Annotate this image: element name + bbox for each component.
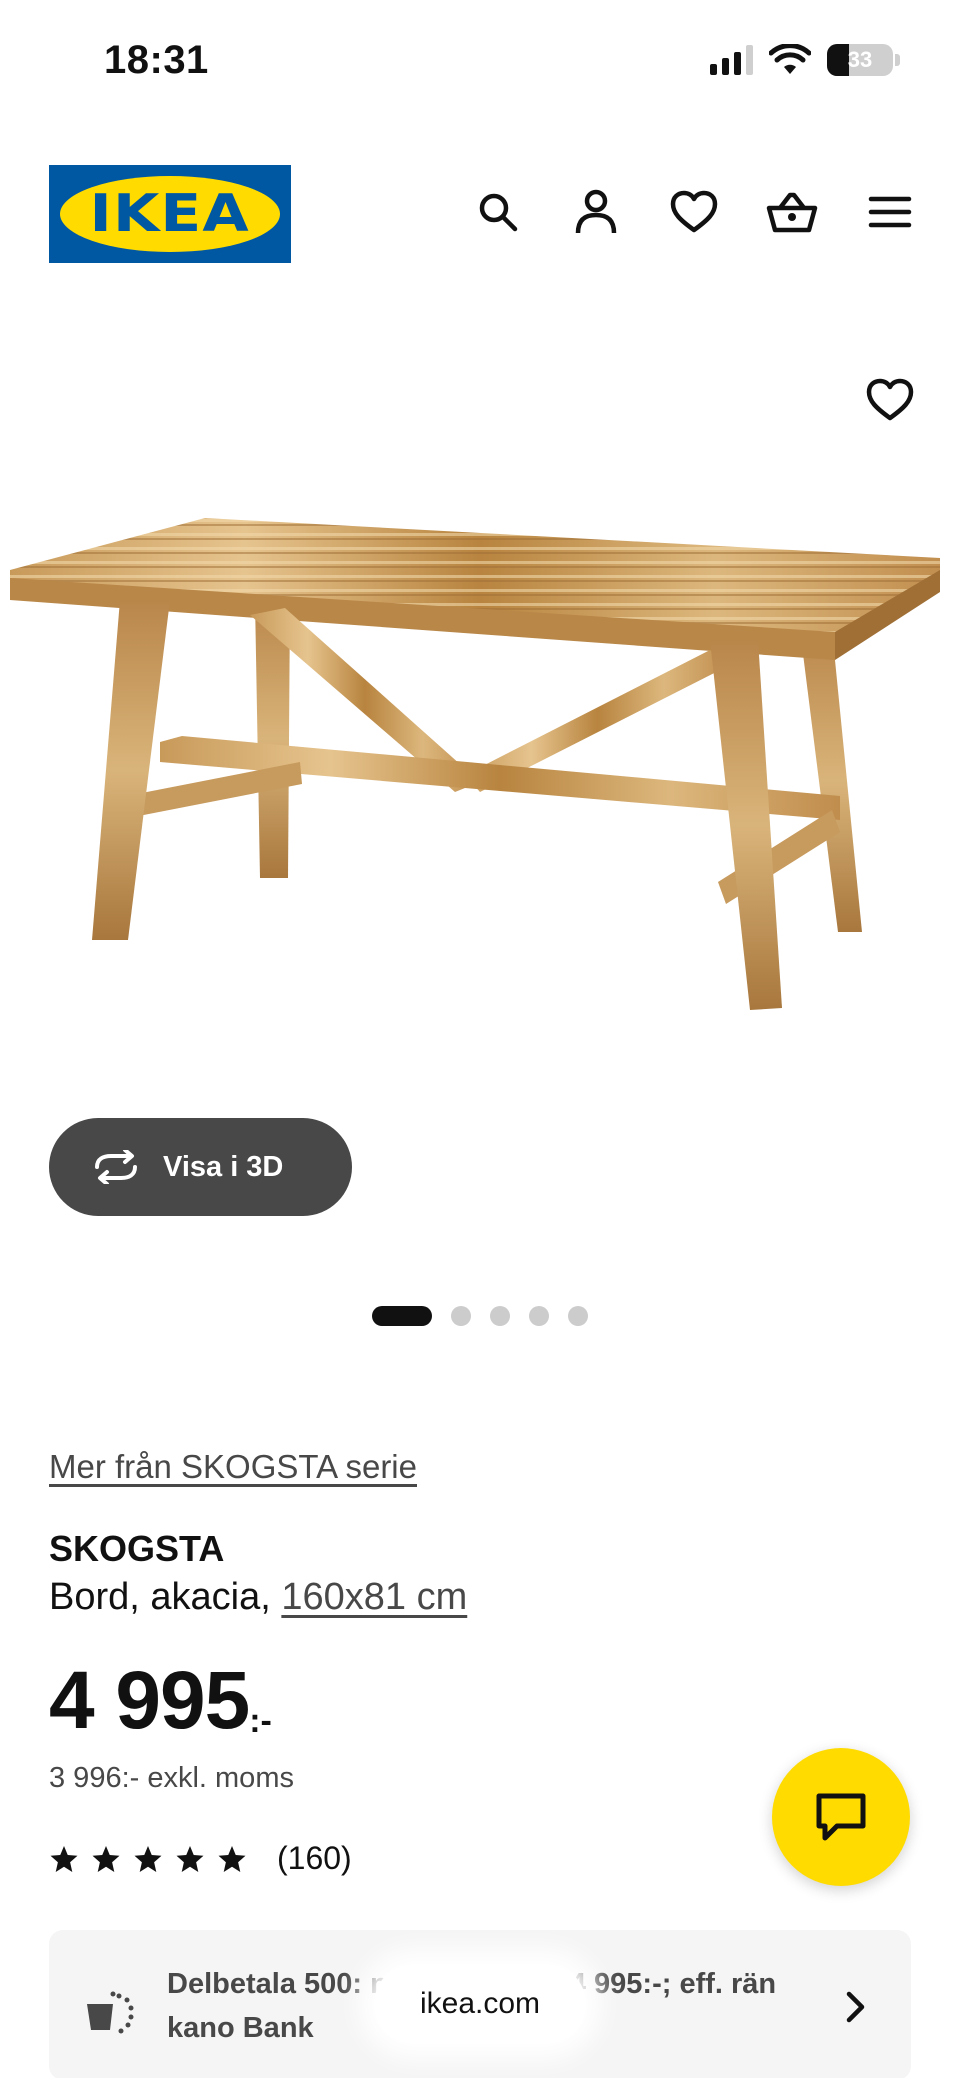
basket-icon[interactable] bbox=[762, 182, 822, 242]
product-image bbox=[10, 518, 940, 1010]
star-icon bbox=[218, 1845, 246, 1872]
logo-text: IKEA bbox=[89, 184, 251, 244]
rating-count: (160) bbox=[277, 1840, 352, 1876]
carousel-dot[interactable] bbox=[568, 1306, 588, 1326]
product-type: Bord, akacia, bbox=[49, 1576, 271, 1618]
carousel-dots[interactable] bbox=[0, 1306, 960, 1326]
star-icon bbox=[134, 1845, 162, 1872]
rating-stars bbox=[49, 1845, 247, 1873]
add-to-favourites-heart-icon[interactable] bbox=[860, 370, 920, 430]
star-icon bbox=[50, 1845, 78, 1872]
chevron-right-icon bbox=[846, 1991, 865, 2023]
battery-icon: 33 bbox=[827, 44, 893, 76]
account-icon[interactable] bbox=[566, 182, 626, 242]
status-icons: 33 bbox=[710, 44, 900, 76]
product-description: Bord, akacia, 160x81 cm bbox=[49, 1576, 467, 1619]
price-excl-vat: 3 996:- exkl. moms bbox=[49, 1762, 294, 1794]
heart-icon[interactable] bbox=[664, 182, 724, 242]
carousel-dot[interactable] bbox=[529, 1306, 549, 1326]
carousel-dot[interactable] bbox=[372, 1306, 432, 1326]
chat-button[interactable] bbox=[772, 1748, 910, 1886]
rotate-3d-icon bbox=[95, 1150, 137, 1184]
menu-icon[interactable] bbox=[860, 182, 920, 242]
signal-icon bbox=[710, 45, 753, 75]
site-header: IKEA bbox=[0, 160, 960, 270]
product-gallery[interactable] bbox=[0, 330, 960, 1130]
star-icon bbox=[176, 1845, 204, 1872]
product-price: 4 995 :- bbox=[49, 1660, 272, 1742]
view-in-3d-button[interactable]: Visa i 3D bbox=[49, 1118, 352, 1216]
status-bar: 18:31 33 bbox=[0, 0, 960, 120]
series-link[interactable]: Mer från SKOGSTA serie bbox=[49, 1448, 417, 1486]
wifi-icon bbox=[769, 44, 811, 74]
product-name: SKOGSTA bbox=[49, 1528, 225, 1569]
ikea-logo[interactable]: IKEA bbox=[49, 165, 291, 263]
header-nav bbox=[468, 182, 920, 242]
view-in-3d-label: Visa i 3D bbox=[163, 1150, 284, 1183]
price-amount: 4 995 bbox=[49, 1655, 250, 1746]
battery-level: 33 bbox=[847, 47, 873, 72]
payment-icon bbox=[87, 1991, 134, 2034]
product-rating[interactable]: (160) bbox=[49, 1840, 352, 1877]
status-time: 18:31 bbox=[104, 38, 209, 82]
browser-url-pill[interactable]: ikea.com bbox=[374, 1964, 586, 2044]
product-size-link[interactable]: 160x81 cm bbox=[281, 1576, 467, 1618]
search-icon[interactable] bbox=[468, 182, 528, 242]
star-icon bbox=[92, 1845, 120, 1872]
carousel-dot[interactable] bbox=[451, 1306, 471, 1326]
price-suffix: :- bbox=[249, 1702, 272, 1740]
carousel-dot[interactable] bbox=[490, 1306, 510, 1326]
chat-icon bbox=[816, 1793, 866, 1841]
